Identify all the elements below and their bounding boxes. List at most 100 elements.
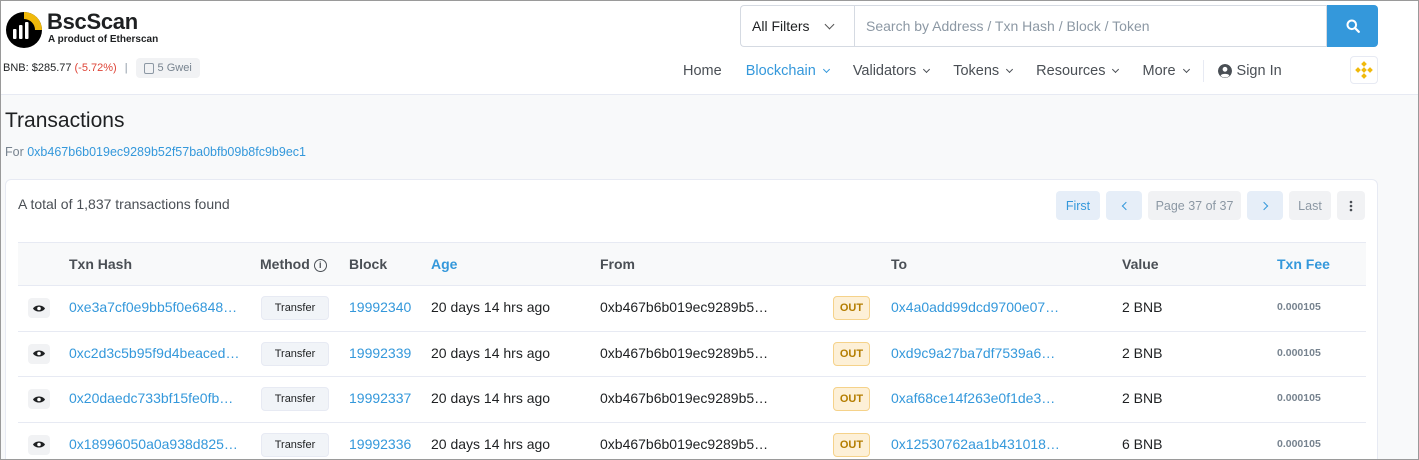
txn-fee-cell: 0.000105 bbox=[1277, 392, 1321, 404]
nav-divider bbox=[1202, 60, 1204, 82]
chevron-down-icon bbox=[1182, 65, 1190, 74]
table-row: 0xc2d3c5b95f9d4beaced… Transfer 19992339… bbox=[18, 332, 1366, 377]
header-to: To bbox=[891, 256, 908, 272]
txn-hash-link[interactable]: 0xc2d3c5b95f9d4beaced… bbox=[69, 345, 239, 361]
table-header: Txn Hash Method i Block Age From To Value… bbox=[18, 242, 1366, 286]
address-line: For 0xb467b6b019ec9289b52f57ba0bfb09b8fc… bbox=[5, 145, 306, 159]
direction-badge: OUT bbox=[833, 296, 870, 320]
bnb-price-change: (-5.72%) bbox=[74, 62, 117, 74]
table-row: 0x18996050a0a938d825… Transfer 19992336 … bbox=[18, 423, 1366, 460]
view-details-button[interactable] bbox=[28, 343, 50, 364]
for-prefix: For bbox=[5, 145, 24, 159]
age-cell: 20 days 14 hrs ago bbox=[431, 299, 551, 315]
txn-fee-cell: 0.000105 bbox=[1277, 346, 1321, 359]
transactions-card: A total of 1,837 transactions found Firs… bbox=[5, 179, 1378, 460]
brand-tagline: A product of Etherscan bbox=[48, 34, 159, 45]
more-options-button[interactable] bbox=[1337, 191, 1365, 220]
block-link[interactable]: 19992339 bbox=[349, 345, 411, 361]
info-icon[interactable]: i bbox=[313, 259, 327, 272]
direction-badge: OUT bbox=[833, 341, 870, 366]
from-address: 0xb467b6b019ec9289b5… bbox=[600, 390, 769, 406]
pager-first-button[interactable]: First bbox=[1056, 191, 1100, 220]
brand-name: BscScan bbox=[47, 9, 138, 34]
nav-home[interactable]: Home bbox=[683, 63, 722, 79]
table-row: 0x20daedc733bf15fe0fb… Transfer 19992337… bbox=[18, 377, 1366, 423]
header-method-label: Method bbox=[260, 256, 310, 272]
from-address: 0xb467b6b019ec9289b5… bbox=[600, 435, 769, 452]
bscscan-logo[interactable]: BscScan A product of Etherscan bbox=[5, 9, 175, 49]
pager-next-button[interactable] bbox=[1247, 191, 1283, 220]
header-from: From bbox=[600, 256, 635, 272]
method-badge: Transfer bbox=[261, 387, 329, 411]
site-header: BscScan A product of Etherscan BNB: $285… bbox=[1, 1, 1418, 95]
pager-last-button[interactable]: Last bbox=[1289, 191, 1331, 220]
value-cell: 2 BNB bbox=[1122, 299, 1163, 315]
chevron-down-icon bbox=[1006, 65, 1014, 74]
browser-frame: BscScan A product of Etherscan BNB: $285… bbox=[0, 0, 1419, 460]
sign-in-link[interactable]: Sign In bbox=[1217, 63, 1282, 79]
search-button[interactable] bbox=[1327, 5, 1378, 47]
nav-resources[interactable]: Resources bbox=[1036, 63, 1120, 79]
header-txn-hash: Txn Hash bbox=[69, 256, 133, 272]
direction-badge: OUT bbox=[833, 387, 870, 411]
block-link[interactable]: 19992337 bbox=[349, 390, 411, 406]
chevron-right-icon bbox=[1259, 201, 1268, 210]
nav-home-label: Home bbox=[683, 63, 722, 79]
to-address-link[interactable]: 0x12530762aa1b431018… bbox=[891, 436, 1060, 452]
search-input[interactable] bbox=[854, 5, 1327, 47]
chevron-down-icon bbox=[824, 19, 835, 29]
eye-icon bbox=[33, 396, 45, 402]
direction-badge: OUT bbox=[833, 432, 870, 457]
txn-hash-link[interactable]: 0xe3a7cf0e9bb5f0e6848… bbox=[69, 299, 237, 315]
value-cell: 2 BNB bbox=[1122, 344, 1163, 361]
page-title: Transactions bbox=[5, 109, 125, 132]
nav-tokens[interactable]: Tokens bbox=[953, 63, 1014, 79]
age-cell: 20 days 14 hrs ago bbox=[431, 390, 551, 406]
bnb-price[interactable]: BNB: $285.77 bbox=[3, 62, 72, 74]
search-filter-select[interactable]: All Filters bbox=[740, 5, 854, 47]
pager-prev-button[interactable] bbox=[1106, 191, 1142, 220]
price-separator: | bbox=[124, 62, 128, 74]
transactions-total: A total of 1,837 transactions found bbox=[18, 196, 230, 212]
transactions-table: Txn Hash Method i Block Age From To Value… bbox=[18, 242, 1366, 460]
txn-fee-cell: 0.000105 bbox=[1277, 301, 1321, 313]
nav-more[interactable]: More bbox=[1142, 63, 1190, 79]
eye-icon bbox=[33, 350, 45, 357]
age-cell: 20 days 14 hrs ago bbox=[431, 344, 551, 361]
gas-price-chip[interactable]: 5 Gwei bbox=[135, 58, 200, 78]
main-nav: Home Blockchain Validators Tokens Resour… bbox=[671, 56, 1294, 86]
nav-blockchain[interactable]: Blockchain bbox=[746, 63, 830, 79]
eye-icon bbox=[33, 305, 45, 311]
to-address-link[interactable]: 0x4a0add99dcd9700e07… bbox=[891, 299, 1059, 315]
table-row: 0xe3a7cf0e9bb5f0e6848… Transfer 19992340… bbox=[18, 286, 1366, 332]
view-details-button[interactable] bbox=[28, 298, 50, 318]
view-details-button[interactable] bbox=[28, 389, 50, 409]
block-link[interactable]: 19992336 bbox=[349, 436, 411, 452]
search-filter-label: All Filters bbox=[752, 18, 810, 34]
view-details-button[interactable] bbox=[28, 434, 50, 455]
header-age[interactable]: Age bbox=[431, 256, 457, 272]
txn-hash-link[interactable]: 0x20daedc733bf15fe0fb… bbox=[69, 390, 233, 406]
block-link[interactable]: 19992340 bbox=[349, 299, 411, 315]
address-link[interactable]: 0xb467b6b019ec9289b52f57ba0bfb09b8fc9b9e… bbox=[27, 145, 306, 159]
bscscan-logo-icon bbox=[6, 12, 42, 48]
header-txn-fee[interactable]: Txn Fee bbox=[1277, 256, 1330, 272]
chevron-down-icon bbox=[923, 65, 931, 74]
nav-more-label: More bbox=[1142, 63, 1176, 79]
nav-validators[interactable]: Validators bbox=[853, 63, 931, 79]
method-badge: Transfer bbox=[261, 432, 329, 457]
user-circle-icon bbox=[1217, 64, 1232, 78]
to-address-link[interactable]: 0xd9c9a27ba7df7539a6… bbox=[891, 345, 1055, 361]
header-method: Method i bbox=[260, 256, 327, 272]
header-block: Block bbox=[349, 256, 388, 272]
age-cell: 20 days 14 hrs ago bbox=[431, 435, 551, 452]
method-badge: Transfer bbox=[261, 341, 329, 366]
txn-hash-link[interactable]: 0x18996050a0a938d825… bbox=[69, 436, 238, 452]
chevron-down-icon bbox=[822, 65, 830, 74]
gas-price: 5 Gwei bbox=[157, 62, 192, 74]
from-address: 0xb467b6b019ec9289b5… bbox=[600, 299, 769, 315]
nav-resources-label: Resources bbox=[1036, 63, 1106, 79]
search-icon bbox=[1346, 19, 1360, 33]
to-address-link[interactable]: 0xaf68ce14f263e0f1de3… bbox=[891, 390, 1055, 406]
bnb-network-button[interactable] bbox=[1350, 56, 1378, 84]
